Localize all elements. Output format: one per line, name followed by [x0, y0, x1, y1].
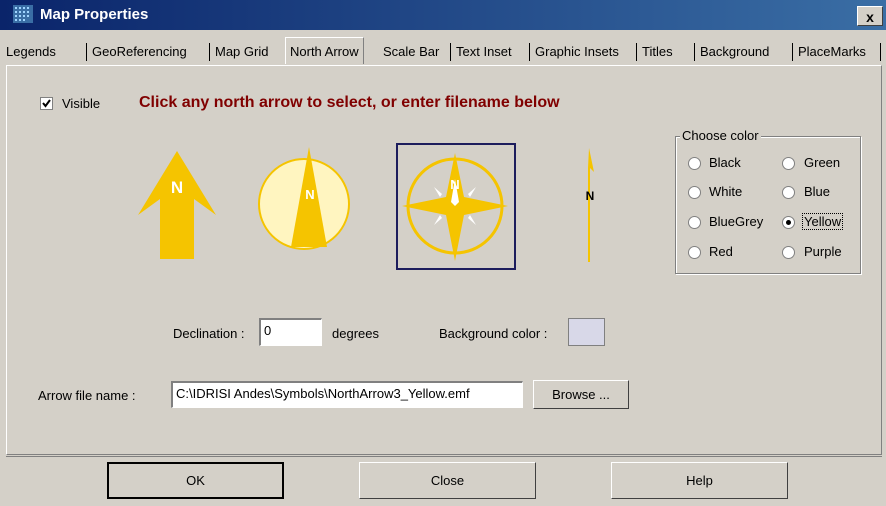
- close-button[interactable]: Close: [359, 462, 536, 499]
- tab-divider: [209, 43, 210, 61]
- radio-blue-label[interactable]: Blue: [804, 184, 830, 199]
- north-arrow-option-1[interactable]: N: [136, 149, 218, 261]
- arrow-letter: N: [450, 177, 459, 192]
- radio-black-label[interactable]: Black: [709, 155, 741, 170]
- tab-divider: [880, 43, 881, 61]
- tab-divider: [450, 43, 451, 61]
- radio-red[interactable]: [688, 246, 701, 259]
- compass-rose-icon: N: [402, 153, 508, 261]
- north-arrow-option-3-selected[interactable]: N: [396, 143, 516, 270]
- radio-purple-label[interactable]: Purple: [804, 244, 842, 259]
- arrow-file-label: Arrow file name :: [38, 388, 136, 403]
- radio-dot-icon: [786, 220, 791, 225]
- visible-checkbox[interactable]: [40, 97, 53, 110]
- tab-georeferencing[interactable]: GeoReferencing: [92, 40, 187, 64]
- radio-bluegrey-label[interactable]: BlueGrey: [709, 214, 763, 229]
- tab-divider: [636, 43, 637, 61]
- arrow-letter: N: [586, 189, 595, 203]
- declination-input[interactable]: 0: [259, 318, 322, 346]
- tab-background[interactable]: Background: [700, 40, 769, 64]
- choose-color-title: Choose color: [680, 128, 761, 143]
- app-icon: [13, 5, 33, 23]
- visible-label[interactable]: Visible: [62, 96, 100, 111]
- arrow-letter: N: [171, 178, 183, 197]
- radio-purple[interactable]: [782, 246, 795, 259]
- declination-label: Declination :: [173, 326, 245, 341]
- background-color-label: Background color :: [439, 326, 548, 341]
- tab-graphic-insets[interactable]: Graphic Insets: [535, 40, 619, 64]
- divider: [6, 456, 882, 457]
- radio-white[interactable]: [688, 186, 701, 199]
- ok-button[interactable]: OK: [107, 462, 284, 499]
- arrow-letter: N: [305, 187, 314, 202]
- tab-map-grid[interactable]: Map Grid: [215, 40, 268, 64]
- arrow-file-input[interactable]: C:\IDRISI Andes\Symbols\NorthArrow3_Yell…: [171, 381, 523, 408]
- tab-north-arrow[interactable]: North Arrow: [285, 37, 364, 64]
- tab-legends[interactable]: Legends: [6, 40, 56, 64]
- radio-yellow-label[interactable]: Yellow: [802, 213, 844, 230]
- tab-scale-bar[interactable]: Scale Bar: [383, 40, 439, 64]
- radio-yellow-selected[interactable]: [782, 216, 795, 229]
- radio-blue[interactable]: [782, 186, 795, 199]
- tab-placemarks[interactable]: PlaceMarks: [798, 40, 866, 64]
- browse-button[interactable]: Browse ...: [533, 380, 629, 409]
- tab-divider: [529, 43, 530, 61]
- radio-bluegrey[interactable]: [688, 216, 701, 229]
- tab-titles[interactable]: Titles: [642, 40, 673, 64]
- north-arrow-option-2[interactable]: N: [257, 145, 351, 261]
- declination-unit: degrees: [332, 326, 379, 341]
- help-button[interactable]: Help: [611, 462, 788, 499]
- radio-white-label[interactable]: White: [709, 184, 742, 199]
- background-color-swatch[interactable]: [568, 318, 605, 346]
- north-arrow-option-4[interactable]: N: [575, 146, 605, 264]
- instruction-text: Click any north arrow to select, or ente…: [139, 94, 560, 111]
- window-title: Map Properties: [40, 6, 149, 23]
- close-icon[interactable]: x: [866, 9, 874, 25]
- close-window-button[interactable]: x: [857, 6, 883, 26]
- radio-red-label[interactable]: Red: [709, 244, 733, 259]
- tab-divider: [86, 43, 87, 61]
- tab-divider: [694, 43, 695, 61]
- tab-divider: [792, 43, 793, 61]
- title-bar: Map Properties x: [0, 0, 886, 30]
- radio-black[interactable]: [688, 157, 701, 170]
- checkmark-icon: [42, 99, 51, 108]
- tab-text-inset[interactable]: Text Inset: [456, 40, 512, 64]
- radio-green[interactable]: [782, 157, 795, 170]
- radio-green-label[interactable]: Green: [804, 155, 840, 170]
